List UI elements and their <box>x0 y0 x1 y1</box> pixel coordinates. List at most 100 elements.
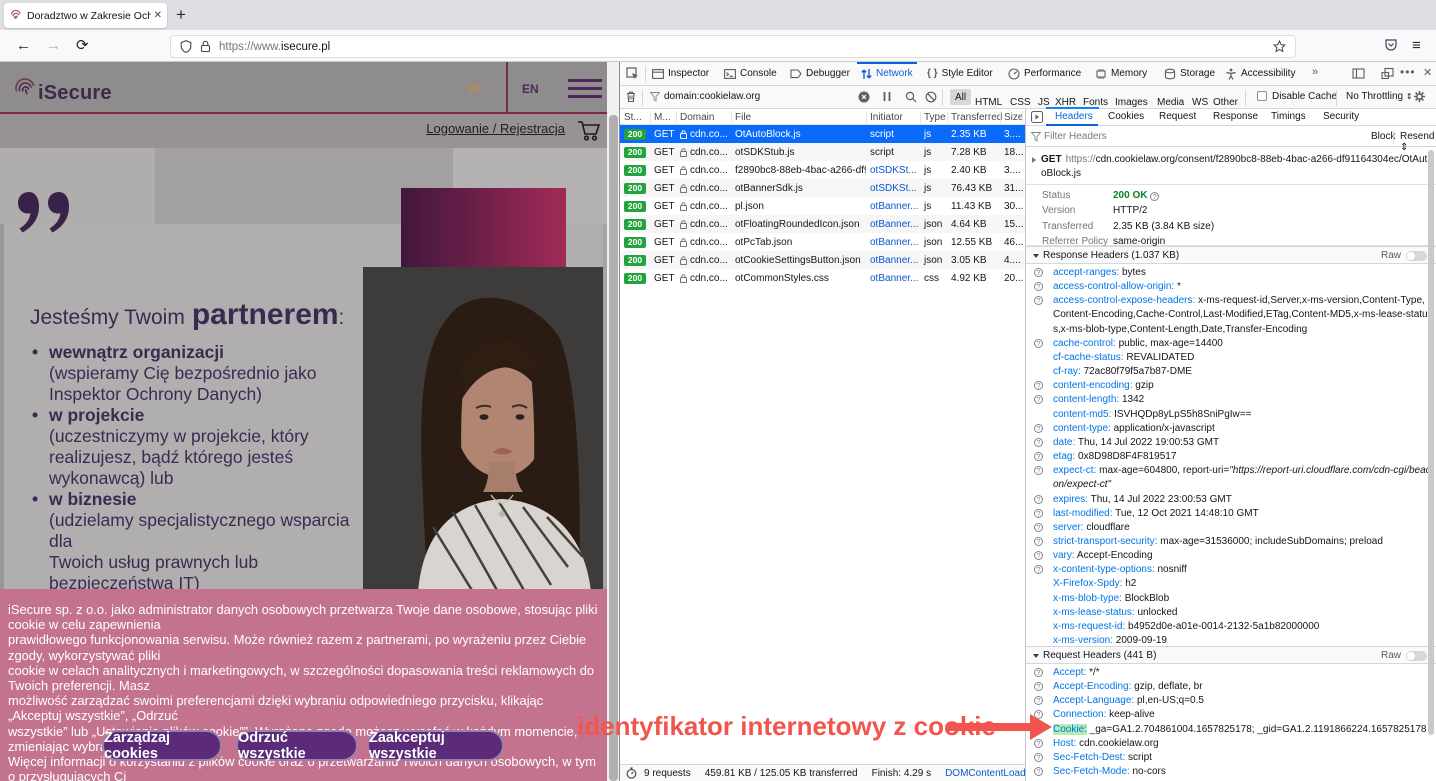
request-header-row[interactable]: ?Accept-Language: pl,en-US;q=0.5 <box>1026 694 1436 708</box>
devtools-close-icon[interactable]: ✕ <box>1423 66 1432 79</box>
raw-toggle[interactable] <box>1406 251 1427 261</box>
header-info-icon[interactable]: ? <box>1034 551 1043 560</box>
header-info-icon[interactable]: ? <box>1034 537 1043 546</box>
network-request-row[interactable]: 200GETcdn.co...otSDKStub.jsscriptjs7.28 … <box>620 143 1025 161</box>
url-bar[interactable]: https://www.isecure.pl <box>170 35 1296 58</box>
response-header-row[interactable]: ?etag: 0x8D98D8F4F819517 <box>1026 450 1436 464</box>
pause-icon[interactable] <box>883 91 891 102</box>
meatball-menu-icon[interactable]: ••• <box>1400 65 1416 79</box>
response-header-row[interactable]: ?vary: Accept-Encoding <box>1026 549 1436 563</box>
filter-headers-input[interactable]: Filter Headers <box>1044 131 1107 142</box>
accept-all-button[interactable]: Zaakceptuj wszystkie <box>367 730 504 761</box>
more-tabs-chevron[interactable]: » <box>1312 66 1318 78</box>
header-info-icon[interactable]: ? <box>1034 268 1043 277</box>
details-scrollbar-thumb[interactable] <box>1428 150 1434 735</box>
devtools-tab-storage[interactable]: Storage <box>1164 62 1215 85</box>
header-info-icon[interactable]: ? <box>1034 339 1043 348</box>
pick-element-icon[interactable] <box>626 67 639 80</box>
response-header-row[interactable]: ?cache-control: public, max-age=14400 <box>1026 337 1436 351</box>
request-headers-section[interactable]: Request Headers (441 B) Raw <box>1026 646 1436 664</box>
response-header-row[interactable]: x-ms-blob-type: BlockBlob <box>1026 592 1436 606</box>
clear-filter-icon[interactable] <box>858 91 870 103</box>
back-button-icon[interactable]: ← <box>16 38 31 54</box>
network-request-row[interactable]: 200GETcdn.co...otCookieSettingsButton.js… <box>620 251 1025 269</box>
header-info-icon[interactable]: ? <box>1034 509 1043 518</box>
separate-window-icon[interactable] <box>1381 67 1394 80</box>
header-info-icon[interactable]: ? <box>1034 395 1043 404</box>
network-request-row[interactable]: 200GETcdn.co...OtAutoBlock.jsscriptjs2.3… <box>620 125 1025 143</box>
new-tab-button[interactable]: + <box>176 5 186 25</box>
header-info-icon[interactable]: ? <box>1034 682 1043 691</box>
lang-pl-button[interactable]: PL <box>468 82 483 96</box>
request-header-row[interactable]: ?Sec-Fetch-Mode: no-cors <box>1026 765 1436 779</box>
response-header-row[interactable]: ?access-control-allow-origin: * <box>1026 280 1436 294</box>
details-tab-timings[interactable]: Timings <box>1271 111 1306 122</box>
menu-icon[interactable]: ≡ <box>1412 37 1421 54</box>
response-header-row[interactable]: ?expect-ct: max-age=604800, report-uri="… <box>1026 464 1436 492</box>
reload-button-icon[interactable]: ⟳ <box>76 38 89 54</box>
login-register-link[interactable]: Logowanie / Rejestracja <box>426 121 565 136</box>
column-header[interactable]: M... <box>654 112 671 123</box>
shield-icon[interactable] <box>180 40 192 53</box>
response-header-row[interactable]: ?content-encoding: gzip <box>1026 379 1436 393</box>
devtools-tab-accessibility[interactable]: Accessibility <box>1225 62 1295 85</box>
devtools-tab-debugger[interactable]: Debugger <box>790 62 850 85</box>
request-header-row[interactable]: ?Connection: keep-alive <box>1026 708 1436 722</box>
request-header-row[interactable]: ?Host: cdn.cookielaw.org <box>1026 737 1436 751</box>
header-info-icon[interactable]: ? <box>1034 495 1043 504</box>
pane-toggle-icon[interactable] <box>1031 111 1043 123</box>
header-info-icon[interactable]: ? <box>1034 381 1043 390</box>
request-url-row[interactable]: GEThttps://cdn.cookielaw.org/consent/f28… <box>1026 147 1436 185</box>
header-info-icon[interactable]: ? <box>1034 565 1043 574</box>
details-tab-headers[interactable]: Headers <box>1055 111 1093 122</box>
column-header[interactable]: Initiator <box>870 112 903 123</box>
cart-icon[interactable] <box>577 119 602 143</box>
type-filter-all[interactable]: All <box>950 89 971 105</box>
details-tab-request[interactable]: Request <box>1159 111 1196 122</box>
page-scrollbar-thumb[interactable] <box>609 115 618 781</box>
network-request-row[interactable]: 200GETcdn.co...otPcTab.jsonotBanner...js… <box>620 233 1025 251</box>
manage-cookies-button[interactable]: Zarządzaj cookies <box>102 730 222 761</box>
header-info-icon[interactable]: ? <box>1034 523 1043 532</box>
column-header[interactable]: File <box>735 112 751 123</box>
lock-icon[interactable] <box>200 40 211 53</box>
header-info-icon[interactable]: ? <box>1034 438 1043 447</box>
network-request-row[interactable]: 200GETcdn.co...f2890bc8-88eb-4bac-a266-d… <box>620 161 1025 179</box>
devtools-tab-network[interactable]: Network <box>861 62 913 85</box>
response-header-row[interactable]: ?server: cloudflare <box>1026 521 1436 535</box>
network-request-row[interactable]: 200GETcdn.co...otFloatingRoundedIcon.jso… <box>620 215 1025 233</box>
response-header-row[interactable]: ?content-length: 1342 <box>1026 393 1436 407</box>
column-header[interactable]: Transferred <box>951 112 1002 123</box>
details-tab-response[interactable]: Response <box>1213 111 1258 122</box>
header-info-icon[interactable]: ? <box>1034 767 1043 776</box>
header-info-icon[interactable]: ? <box>1034 696 1043 705</box>
response-header-row[interactable]: ?access-control-expose-headers: x-ms-req… <box>1026 294 1436 336</box>
response-header-row[interactable]: ?date: Thu, 14 Jul 2022 19:00:53 GMT <box>1026 436 1436 450</box>
request-header-row[interactable]: ?Accept: */* <box>1026 666 1436 680</box>
devtools-tab-style-editor[interactable]: { }Style Editor <box>927 62 993 85</box>
response-header-row[interactable]: ?strict-transport-security: max-age=3153… <box>1026 535 1436 549</box>
response-header-row[interactable]: cf-cache-status: REVALIDATED <box>1026 351 1436 365</box>
response-header-row[interactable]: x-ms-request-id: b4952d0e-a01e-0014-2132… <box>1026 620 1436 634</box>
pocket-icon[interactable] <box>1384 38 1398 52</box>
header-info-icon[interactable]: ? <box>1034 424 1043 433</box>
response-header-row[interactable]: ?content-type: application/x-javascript <box>1026 422 1436 436</box>
network-request-row[interactable]: 200GETcdn.co...otBannerSdk.jsotSDKSt...j… <box>620 179 1025 197</box>
responsive-mode-icon[interactable] <box>1352 67 1365 80</box>
header-info-icon[interactable]: ? <box>1034 739 1043 748</box>
tab-close-icon[interactable]: ✕ <box>154 10 162 21</box>
search-icon[interactable] <box>905 91 917 103</box>
block-icon[interactable] <box>925 91 937 103</box>
response-headers-section[interactable]: Response Headers (1.037 KB) Raw <box>1026 246 1436 264</box>
column-header[interactable]: Type <box>924 112 946 123</box>
response-header-row[interactable]: ?expires: Thu, 14 Jul 2022 23:00:53 GMT <box>1026 493 1436 507</box>
devtools-tab-console[interactable]: Console <box>724 62 777 85</box>
response-header-row[interactable]: ?x-content-type-options: nosniff <box>1026 563 1436 577</box>
devtools-tab-performance[interactable]: Performance <box>1008 62 1081 85</box>
request-header-row[interactable]: ?Accept-Encoding: gzip, deflate, br <box>1026 680 1436 694</box>
throttling-dropdown[interactable]: No Throttling ⇕ <box>1346 91 1413 102</box>
header-info-icon[interactable]: ? <box>1034 753 1043 762</box>
details-tab-security[interactable]: Security <box>1323 111 1359 122</box>
column-header[interactable]: Size <box>1004 112 1023 123</box>
clear-requests-icon[interactable] <box>625 90 637 103</box>
